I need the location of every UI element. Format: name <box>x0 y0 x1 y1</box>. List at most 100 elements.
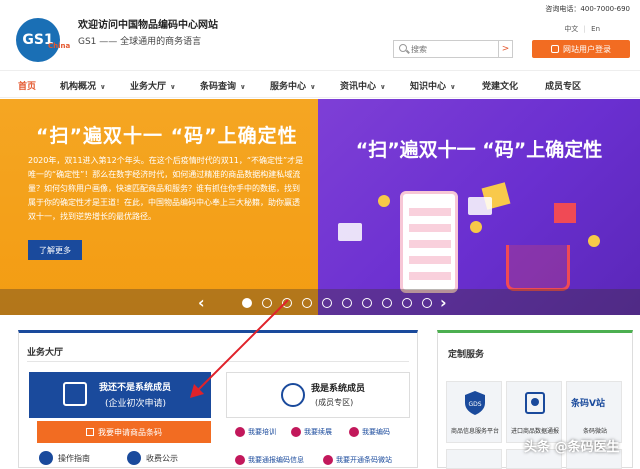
carousel-dot[interactable] <box>242 298 252 308</box>
training-link[interactable]: 我要培训 <box>235 427 276 437</box>
nav-news-center[interactable]: 资讯中心 ∨ <box>340 79 386 92</box>
nav-label: 首页 <box>18 82 37 92</box>
carousel-dot[interactable] <box>402 298 412 308</box>
nav-service-center[interactable]: 服务中心 ∨ <box>270 79 316 92</box>
nav-label: 党建文化 <box>482 82 519 92</box>
banner-left-slide[interactable]: “扫”遍双十一 “码”上确定性 2020年，双11进入第12个年头。在这个后疫情… <box>0 99 318 315</box>
nav-label: 条码查询 <box>200 82 237 92</box>
service-label: 条码微站 <box>582 428 607 435</box>
apply-barcode-label: 我要申请商品条码 <box>98 427 162 437</box>
custom-service-title: 定制服务 <box>448 350 485 360</box>
carousel-prev-arrow[interactable]: ‹ <box>198 293 205 312</box>
nav-barcode-query[interactable]: 条码查询 ∨ <box>200 79 246 92</box>
hero-carousel: “扫”遍双十一 “码”上确定性 2020年，双11进入第12个年头。在这个后疫情… <box>0 99 640 315</box>
nav-label: 知识中心 <box>410 82 447 92</box>
carousel-dot[interactable] <box>362 298 372 308</box>
lang-english-link[interactable]: En <box>591 25 600 33</box>
user-login-button[interactable]: 网站用户登录 <box>532 40 630 58</box>
apply-barcode-button[interactable]: 我要申请商品条码 <box>37 421 211 443</box>
service-gds[interactable]: GDS 商品信息服务平台 <box>446 381 502 443</box>
nav-about[interactable]: 机构概况 ∨ <box>60 79 106 92</box>
nav-member-zone[interactable]: 成员专区 <box>545 79 581 92</box>
carousel-dot[interactable] <box>342 298 352 308</box>
gs1-logo[interactable]: GS1 <box>16 18 60 62</box>
new-member-line1: 我还不是系统成员 <box>99 383 172 393</box>
search-input[interactable] <box>411 44 491 54</box>
carousel-dot[interactable] <box>262 298 272 308</box>
carousel-dot[interactable] <box>282 298 292 308</box>
link-label: 我要续展 <box>304 428 332 436</box>
encoding-icon <box>349 427 359 437</box>
lang-chinese-link[interactable]: 中文 <box>564 25 578 33</box>
open-barcode-site-link[interactable]: 我要开通条码微站 <box>323 455 392 465</box>
guide-icon <box>39 451 53 465</box>
link-label: 我要培训 <box>248 428 276 436</box>
nav-party-culture[interactable]: 党建文化 <box>482 79 518 92</box>
report-code-info-link[interactable]: 我要通报编码信息 <box>235 455 304 465</box>
banner-left-title: “扫”遍双十一 “码”上确定性 <box>36 125 298 147</box>
fee-notice-link[interactable]: 收费公示 <box>127 451 178 465</box>
renewal-icon <box>291 427 301 437</box>
renewal-link[interactable]: 我要续展 <box>291 427 332 437</box>
site-subtitle: GS1 —— 全球通用的商务语言 <box>78 37 202 47</box>
fee-icon <box>127 451 141 465</box>
nav-label: 资讯中心 <box>340 82 377 92</box>
service-barcode-v-site[interactable]: 条码V站 条码微站 <box>566 381 622 443</box>
site-header: GS1 China 欢迎访问中国物品编码中心网站 GS1 —— 全球通用的商务语… <box>0 0 640 68</box>
link-label: 收费公示 <box>146 453 178 463</box>
nav-business-hall[interactable]: 业务大厅 ∨ <box>130 79 176 92</box>
coin-icon <box>470 221 482 233</box>
language-switcher: 中文 | En <box>558 24 600 34</box>
svg-text:GDS: GDS <box>468 401 481 408</box>
banner-left-text: 2020年，双11进入第12个年头。在这个后疫情时代的双11，“不确定性”才是唯… <box>28 156 304 221</box>
service-label: 进口商品数据通报 <box>510 428 559 435</box>
phone-illustration-icon <box>400 191 458 293</box>
link-label: 我要通报编码信息 <box>248 456 304 464</box>
nav-knowledge-center[interactable]: 知识中心 ∨ <box>410 79 456 92</box>
encoding-link[interactable]: 我要编码 <box>349 427 390 437</box>
logo-china-label: China <box>48 42 71 50</box>
link-label: 操作指南 <box>58 453 90 463</box>
member-badge-icon <box>281 383 305 407</box>
watermark-text: 头条 @条码医生 <box>524 440 620 455</box>
phone-barcode-bar <box>409 208 451 216</box>
existing-member-card[interactable]: 我是系统成员 (成员专区) <box>226 372 410 418</box>
search-button[interactable]: > <box>499 40 513 58</box>
shopping-cart-icon <box>506 245 570 291</box>
link-label: 我要开通条码微站 <box>336 456 392 464</box>
banner-right-slide[interactable]: “扫”遍双十一 “码”上确定性 <box>318 99 640 315</box>
applicant-icon <box>63 382 87 406</box>
phone-barcode-bar <box>409 224 451 232</box>
business-hall-panel: 业务大厅 我还不是系统成员 (企业初次申请) 我是系统成员 (成员专区) 我要申… <box>18 330 418 468</box>
carousel-dot[interactable] <box>382 298 392 308</box>
member-line2: (成员专区) <box>315 398 354 407</box>
chevron-down-icon: ∨ <box>450 83 456 91</box>
edit-icon <box>86 428 94 436</box>
nav-label: 成员专区 <box>545 82 582 92</box>
business-hall-title: 业务大厅 <box>27 348 64 358</box>
site-title: 欢迎访问中国物品编码中心网站 <box>78 20 218 31</box>
nav-label: 机构概况 <box>60 82 97 92</box>
carousel-dot[interactable] <box>322 298 332 308</box>
hotline-text: 咨询电话：400-7000-690 <box>545 5 630 13</box>
main-nav: 首页 机构概况 ∨ 业务大厅 ∨ 条码查询 ∨ 服务中心 ∨ 资讯中心 ∨ 知识中心 ∨ 党… <box>0 70 640 98</box>
learn-more-button[interactable]: 了解更多 <box>28 240 82 260</box>
barcode-v-site-icon: 条码V站 <box>571 399 605 409</box>
nav-home[interactable]: 首页 <box>18 79 36 92</box>
coin-icon <box>378 195 390 207</box>
operation-guide-link[interactable]: 操作指南 <box>39 451 90 465</box>
nav-label: 服务中心 <box>270 82 307 92</box>
service-import-data[interactable]: 进口商品数据通报 <box>506 381 562 443</box>
report-icon <box>235 455 245 465</box>
price-tag-icon <box>338 223 362 241</box>
search-icon <box>397 42 411 56</box>
carousel-dot[interactable] <box>422 298 432 308</box>
link-label: 我要编码 <box>362 428 390 436</box>
service-more-tile[interactable] <box>446 449 502 469</box>
chevron-down-icon: ∨ <box>100 83 106 91</box>
carousel-dot[interactable] <box>302 298 312 308</box>
banner-right-title: “扫”遍双十一 “码”上确定性 <box>355 139 603 161</box>
login-label: 网站用户登录 <box>563 44 611 54</box>
user-icon <box>551 45 559 53</box>
new-member-card[interactable]: 我还不是系统成员 (企业初次申请) <box>29 372 211 418</box>
